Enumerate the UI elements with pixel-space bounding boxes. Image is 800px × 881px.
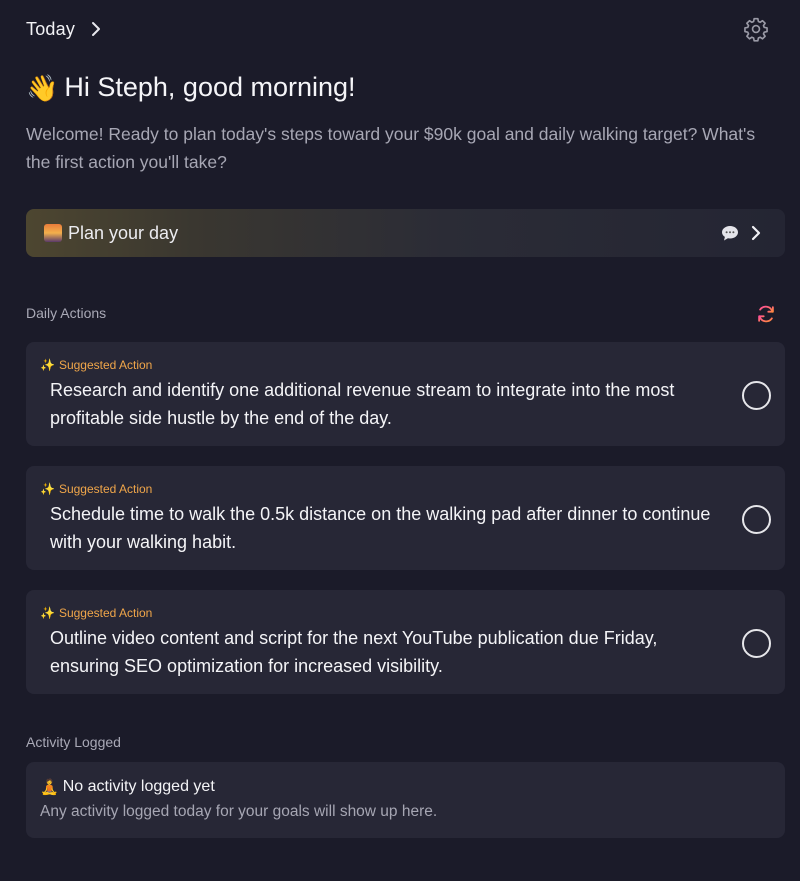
action-card[interactable]: ✨ Suggested Action Outline video content…	[26, 590, 785, 694]
sparkles-icon: ✨	[40, 358, 55, 372]
action-card[interactable]: ✨ Suggested Action Research and identify…	[26, 342, 785, 446]
activity-card: 🧘 No activity logged yet Any activity lo…	[26, 762, 785, 838]
welcome-message: Welcome! Ready to plan today's steps tow…	[26, 124, 756, 172]
refresh-icon[interactable]	[755, 303, 777, 325]
today-screen: Today 👋 Hi Steph, good morning! Welcome!…	[0, 0, 800, 881]
plan-right	[721, 225, 763, 241]
activity-empty-subtitle: Any activity logged today for your goals…	[40, 803, 438, 820]
complete-checkbox[interactable]	[742, 505, 771, 534]
action-card[interactable]: ✨ Suggested Action Schedule time to walk…	[26, 466, 785, 570]
suggested-tag: ✨ Suggested Action	[40, 482, 152, 496]
tag-label: Suggested Action	[58, 482, 153, 496]
suggested-tag: ✨ Suggested Action	[40, 358, 152, 372]
breadcrumb[interactable]: Today	[26, 19, 103, 40]
sparkles-icon: ✨	[40, 606, 55, 620]
tag-label: Suggested Action	[58, 358, 153, 372]
chevron-right-icon	[749, 225, 763, 241]
tag-label: Suggested Action	[58, 606, 153, 620]
activity-heading: Activity Logged	[26, 734, 121, 750]
breadcrumb-label: Today	[26, 18, 76, 39]
activity-empty-title: No activity logged yet	[62, 778, 215, 795]
action-text: Research and identify one additional rev…	[50, 380, 675, 428]
daily-actions-heading: Daily Actions	[26, 305, 107, 321]
gear-icon[interactable]	[742, 15, 770, 43]
greeting: 👋 Hi Steph, good morning!	[26, 72, 356, 103]
sunrise-icon	[44, 224, 62, 242]
header: Today	[26, 14, 770, 44]
plan-left: Plan your day	[44, 223, 178, 244]
plan-your-day-button[interactable]: Plan your day	[26, 209, 785, 257]
waving-hand-icon: 👋	[26, 72, 59, 103]
complete-checkbox[interactable]	[742, 629, 771, 658]
action-text: Outline video content and script for the…	[50, 628, 658, 676]
speech-bubble-icon	[721, 225, 739, 241]
greeting-title: Hi Steph, good morning!	[64, 72, 356, 102]
sparkles-icon: ✨	[40, 482, 55, 496]
meditation-icon: 🧘	[40, 778, 59, 796]
chevron-right-icon	[89, 22, 103, 36]
plan-label: Plan your day	[68, 222, 179, 243]
suggested-tag: ✨ Suggested Action	[40, 606, 152, 620]
activity-title: 🧘 No activity logged yet	[40, 778, 215, 796]
complete-checkbox[interactable]	[742, 381, 771, 410]
action-text: Schedule time to walk the 0.5k distance …	[50, 504, 711, 552]
